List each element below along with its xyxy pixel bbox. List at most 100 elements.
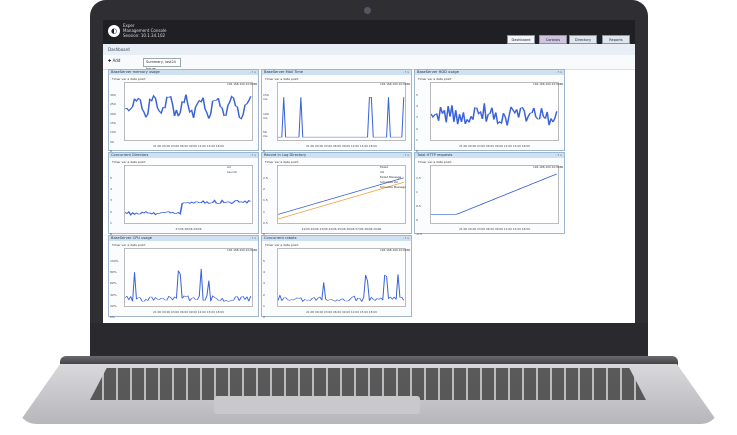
panel-meta: Timer var a data point [265,160,411,164]
x-axis-labels: 21/06 22/06 23/06 24/06 25/06 26/06 27/0… [277,227,406,231]
legend-item: Schedule Vol [380,180,408,184]
tab-controls[interactable]: Controls [539,35,567,44]
legend: 192.168.100.10:8080 [227,248,255,253]
y-tick-label: 1 [263,304,265,308]
legend: 192.168.100.10:8080 [227,82,255,87]
screen: ◐ Exper Management Console Session: 10.1… [103,20,635,323]
tab-directory[interactable]: Directory [569,35,597,44]
chart-area [124,248,253,307]
panel-controls[interactable]: - ? x [250,236,256,241]
y-tick-label: 200 [110,112,116,116]
x-axis-labels: 21:00 00:00 03:00 06:00 09:00 12:00 15:0… [277,144,406,148]
chart-area [277,82,406,141]
panel-controls[interactable]: - ? x [403,153,409,158]
legend-item: Schedule Message [380,185,408,189]
series-line [278,97,404,137]
y-tick-label: 300 [110,93,116,97]
y-tick-label: 0 [416,218,418,222]
legend-item: Launch [227,170,255,174]
time-range-select[interactable]: Summary, last24 hours [143,58,181,67]
y-tick-label: 60% [110,281,117,285]
series-line [431,103,557,125]
y-tick-label: 100% [110,259,119,263]
y-tick-label: 0 [263,315,265,319]
dashboard-panel: Concurrent robots - ? x Timer var a data… [261,235,412,317]
y-tick-label: 2 [110,210,112,214]
y-tick-label: 1 [416,190,418,194]
dashboard-panel: BaseServer HDD usage - ? x Timer var a d… [414,69,565,151]
legend: 192.168.100.10:8080 [380,82,408,87]
trackpad [214,396,420,414]
y-tick-label: 150 [110,121,116,125]
panel-controls[interactable]: - ? x [556,153,562,158]
legend: 192.168.100.10:8080 [380,248,408,253]
y-tick-label: 5 [110,176,112,180]
legend-item: All [227,165,255,169]
y-tick-label: 3 [110,198,112,202]
legend-item: 192.168.100.10:8080 [533,82,561,86]
legend-item: Vol [380,170,408,174]
panel-title: BaseServer memory usage [109,70,258,75]
series-line [431,174,557,215]
chart-svg [431,83,558,140]
chart-svg [125,83,252,140]
y-tick-label: 2 [416,127,418,131]
chart-svg [431,166,558,223]
x-axis-labels: 21:00 00:00 03:00 06:00 09:00 12:00 15:0… [124,310,253,314]
y-tick-label: -0.5 [416,232,422,236]
panel-controls[interactable]: - ? x [250,70,256,75]
y-tick-label: 1.5 [263,198,268,202]
add-bar: ✚ Add Summary, last24 hours [103,55,635,70]
chart-area [277,248,406,307]
panel-meta: Timer var a data point [112,160,258,164]
y-tick-label: 1 [263,210,265,214]
laptop-bezel [90,323,648,360]
series-line [125,200,251,214]
y-tick-label: 2.5 [263,176,268,180]
y-tick-label: 1 [416,138,418,142]
legend: 192.168.100.10:8080 [533,165,561,170]
brand-text: Exper Management Console Session: 10.1.3… [123,23,167,38]
panel-title: Concurrent robots [262,236,411,241]
y-tick-label: 250 [110,102,116,106]
y-tick-label: 1 [110,221,112,225]
tab-dashboard[interactable]: Dashboard [507,35,535,44]
chart-area [124,82,253,141]
legend-item: 192.168.100.10:8080 [227,82,255,86]
panel-controls[interactable]: - ? x [556,70,562,75]
y-tick-label: 5 [263,259,265,263]
series-line [125,269,251,302]
add-button[interactable]: ✚ Add [108,58,120,63]
tab-reports[interactable]: Reports [602,35,630,44]
dashboard-panel: Total HTTP requests - ? x Timer var a da… [414,152,565,234]
x-axis-labels: 21:00 00:00 03:00 06:00 09:00 12:00 15:0… [124,144,253,148]
panel-controls[interactable]: - ? x [403,236,409,241]
y-tick-label: 0.5 [416,204,421,208]
x-axis-labels: 21:00 00:00 03:00 06:00 09:00 12:00 15:0… [430,227,559,231]
panel-controls[interactable]: - ? x [403,70,409,75]
legend-item: 192.168.100.10:8080 [380,82,408,86]
legend-item: Failed [380,165,408,169]
chart-area [430,82,559,141]
y-tick-label: 50 ms [263,130,267,138]
dashboard-panel: Record in Log Directory - ? x Timer var … [261,152,412,234]
legend: All Launch [227,165,255,175]
y-tick-label: 50 [110,140,114,144]
y-tick-label: 0% [110,315,115,319]
x-axis-labels: 21:00 00:00 03:00 06:00 09:00 12:00 15:0… [430,144,559,148]
panel-meta: Timer var a data point [265,243,411,247]
y-tick-label: 20% [110,304,117,308]
x-axis-labels: 27/06 28/06 29/06 [124,227,253,231]
legend: Failed Vol Failed Message Schedule Vol Sched… [380,165,408,190]
panel-title: BaseServer HDD usage [415,70,564,75]
y-tick-label: 150 ms [263,93,269,101]
panel-controls[interactable]: - ? x [250,153,256,158]
add-label: Add [113,58,121,63]
panel-meta: Timer var a data point [112,243,258,247]
chart-svg [278,83,405,140]
series-line [125,95,251,119]
chart-svg [125,249,252,306]
logo-icon: ◐ [108,25,120,37]
panel-title: Concurrent Directors [109,153,258,158]
panel-title: BaseServer CPU usage [109,236,258,241]
